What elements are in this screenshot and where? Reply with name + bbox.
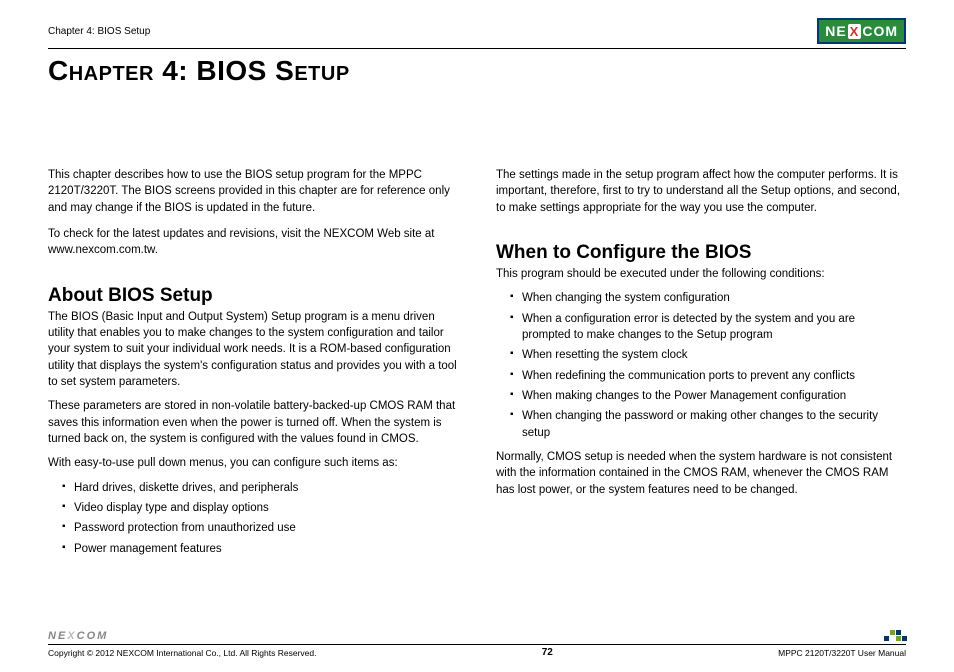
- list-item: When changing the system configuration: [510, 290, 906, 306]
- about-bullet-list: Hard drives, diskette drives, and periph…: [48, 480, 458, 557]
- right-column: The settings made in the setup program a…: [496, 167, 906, 565]
- copyright-text: Copyright © 2012 NEXCOM International Co…: [48, 648, 316, 658]
- manual-name: MPPC 2120T/3220T User Manual: [778, 648, 906, 658]
- when-intro: This program should be executed under th…: [496, 266, 906, 282]
- logo-text-left: NE: [825, 23, 846, 39]
- two-column-layout: This chapter describes how to use the BI…: [48, 137, 906, 565]
- list-item: Power management features: [62, 541, 458, 557]
- left-column: This chapter describes how to use the BI…: [48, 167, 458, 565]
- page-footer: NEXCOM Copyright © 2012 NEXCOM Internati…: [48, 630, 906, 658]
- footer-logo: NEXCOM: [48, 630, 108, 642]
- when-bullet-list: When changing the system configuration W…: [496, 290, 906, 441]
- when-outro: Normally, CMOS setup is needed when the …: [496, 449, 906, 498]
- brand-logo: NEXCOM: [817, 18, 906, 44]
- right-intro: The settings made in the setup program a…: [496, 167, 906, 216]
- page-number: 72: [542, 647, 553, 658]
- list-item: Video display type and display options: [62, 500, 458, 516]
- about-paragraph-2: These parameters are stored in non-volat…: [48, 398, 458, 447]
- list-item: When making changes to the Power Managem…: [510, 388, 906, 404]
- list-item: When a configuration error is detected b…: [510, 311, 906, 344]
- intro-paragraph-1: This chapter describes how to use the BI…: [48, 167, 458, 216]
- logo-x-icon: X: [848, 24, 862, 39]
- list-item: Password protection from unauthorized us…: [62, 520, 458, 536]
- list-item: When redefining the communication ports …: [510, 368, 906, 384]
- footer-rule: [48, 644, 906, 645]
- about-heading: About BIOS Setup: [48, 285, 458, 307]
- when-heading: When to Configure the BIOS: [496, 242, 906, 264]
- list-item: Hard drives, diskette drives, and periph…: [62, 480, 458, 496]
- list-item: When changing the password or making oth…: [510, 408, 906, 441]
- breadcrumb: Chapter 4: BIOS Setup: [48, 26, 150, 37]
- logo-text-right: COM: [862, 23, 898, 39]
- list-item: When resetting the system clock: [510, 347, 906, 363]
- intro-paragraph-2: To check for the latest updates and revi…: [48, 226, 458, 259]
- about-paragraph-1: The BIOS (Basic Input and Output System)…: [48, 309, 458, 391]
- top-rule: [48, 48, 906, 49]
- about-paragraph-3: With easy-to-use pull down menus, you ca…: [48, 455, 458, 471]
- page-title: Chapter 4: BIOS Setup: [48, 55, 906, 87]
